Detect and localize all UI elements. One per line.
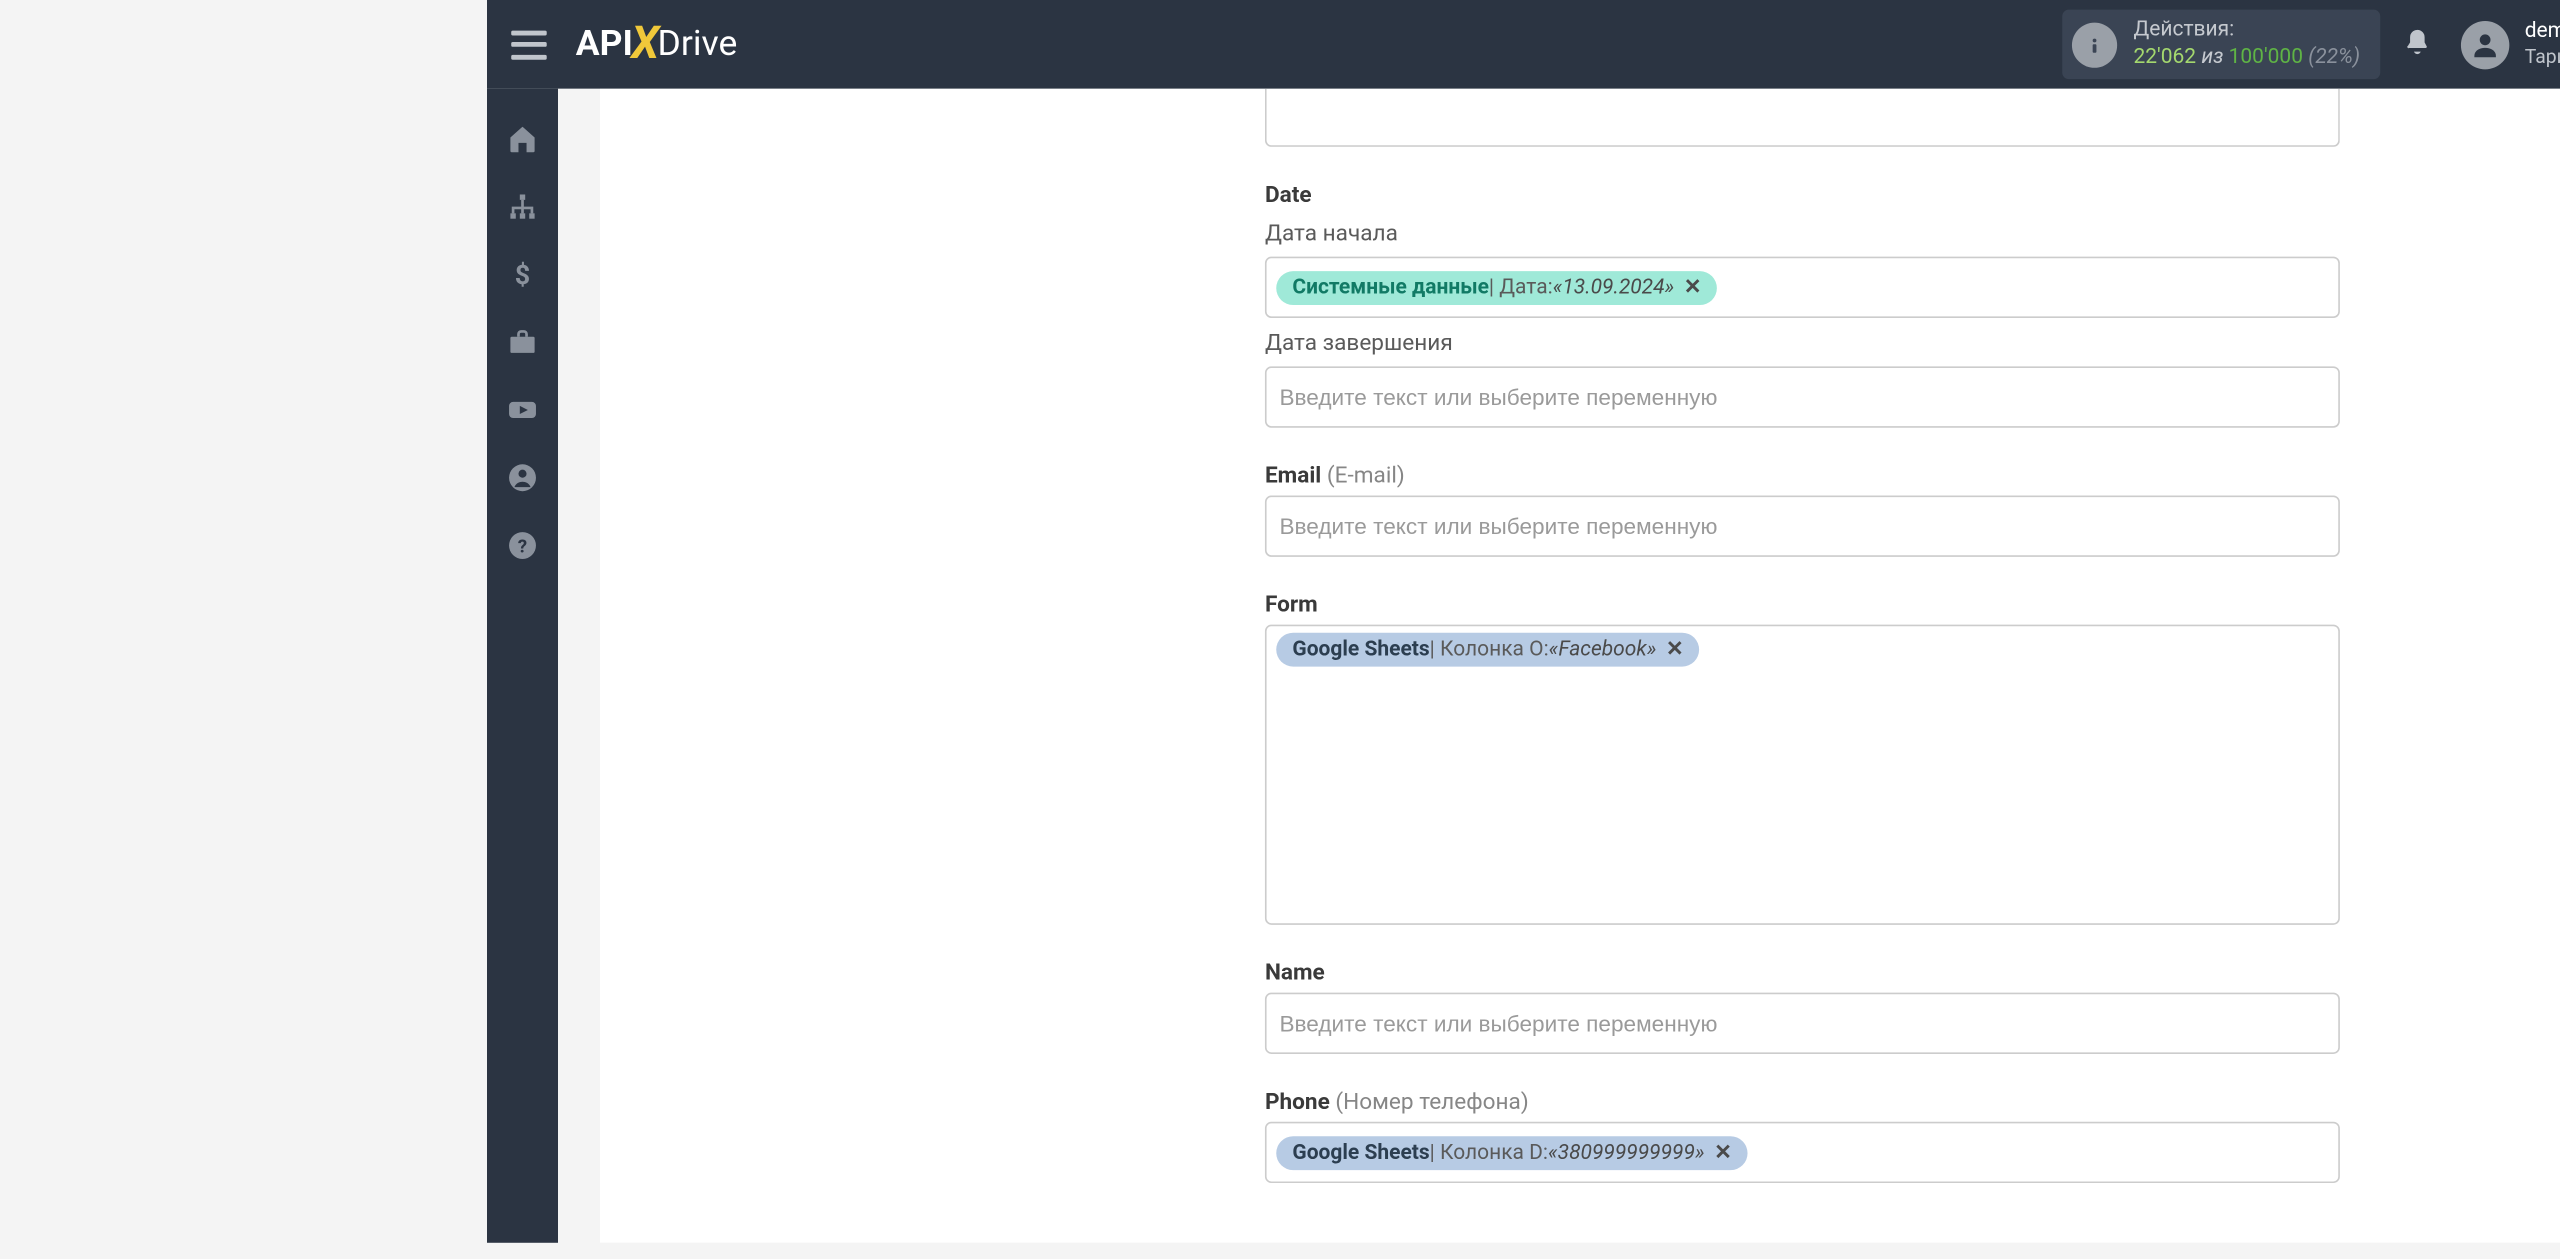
field-name: Name xyxy=(1265,960,2340,1054)
avatar-icon xyxy=(2460,20,2508,68)
logo-x: X xyxy=(631,16,659,69)
date-start-label: Дата начала xyxy=(1265,221,2340,247)
sidebar-user-icon[interactable] xyxy=(487,444,558,512)
tag-form-source[interactable]: Google Sheets | Колонка O: «Facebook» ✕ xyxy=(1276,633,1700,667)
menu-toggle[interactable] xyxy=(511,30,547,59)
info-icon xyxy=(2072,22,2117,67)
remove-tag-icon[interactable]: ✕ xyxy=(1714,1140,1732,1164)
sidebar-billing-icon[interactable]: $ xyxy=(487,240,558,308)
field-form: Form Google Sheets | Колонка O: «Faceboo… xyxy=(1265,592,2340,924)
field-title-email: Email (E-mail) xyxy=(1265,463,2340,489)
field-date: Date Дата начала Системные данные | Дата… xyxy=(1265,182,2340,427)
remove-tag-icon[interactable]: ✕ xyxy=(1684,275,1702,299)
content-area: Date Дата начала Системные данные | Дата… xyxy=(558,89,2560,1243)
svg-text:$: $ xyxy=(515,259,530,291)
email-input[interactable] xyxy=(1265,495,2340,556)
sidebar-youtube-icon[interactable] xyxy=(487,376,558,444)
field-title-date: Date xyxy=(1265,182,2340,208)
name-text[interactable] xyxy=(1276,1001,2328,1046)
date-end-text[interactable] xyxy=(1276,374,2328,419)
logo[interactable]: API X Drive xyxy=(576,18,738,71)
field-phone: Phone (Номер телефона) Google Sheets | К… xyxy=(1265,1089,2340,1183)
logo-api: API xyxy=(576,24,633,64)
email-text[interactable] xyxy=(1276,504,2328,549)
user-text: demo_apix-drive_s3 Тариф |Премиум PRO| д… xyxy=(2525,19,2560,69)
field-title-name: Name xyxy=(1265,960,2340,986)
actions-usage-badge[interactable]: Действия: 22'062 из 100'000 (22%) xyxy=(2062,9,2379,80)
form-card: Date Дата начала Системные данные | Дата… xyxy=(600,89,2560,1243)
sidebar: $ ? xyxy=(487,89,558,1243)
notifications-icon[interactable] xyxy=(2402,25,2431,64)
field-title-phone: Phone (Номер телефона) xyxy=(1265,1089,2340,1115)
svg-text:?: ? xyxy=(518,535,527,557)
tag-system-date[interactable]: Системные данные | Дата: «13.09.2024» ✕ xyxy=(1276,270,1717,304)
app-header: API X Drive Действия: 22'062 из 100'000 … xyxy=(487,0,2560,89)
sidebar-help-icon[interactable]: ? xyxy=(487,512,558,580)
field-title-form: Form xyxy=(1265,592,2340,618)
phone-input[interactable]: Google Sheets | Колонка D: «380999999999… xyxy=(1265,1122,2340,1183)
previous-field-tail[interactable] xyxy=(1265,89,2340,147)
date-end-input[interactable] xyxy=(1265,366,2340,427)
tag-phone-source[interactable]: Google Sheets | Колонка D: «380999999999… xyxy=(1276,1135,1748,1169)
form-input[interactable]: Google Sheets | Колонка O: «Facebook» ✕ xyxy=(1265,625,2340,925)
sidebar-home-icon[interactable] xyxy=(487,105,558,173)
actions-usage-text: Действия: 22'062 из 100'000 (22%) xyxy=(2133,17,2360,72)
remove-tag-icon[interactable]: ✕ xyxy=(1666,638,1684,662)
sidebar-connections-icon[interactable] xyxy=(487,173,558,241)
field-email: Email (E-mail) xyxy=(1265,463,2340,557)
user-menu[interactable]: demo_apix-drive_s3 Тариф |Премиум PRO| д… xyxy=(2460,19,2560,69)
name-input[interactable] xyxy=(1265,993,2340,1054)
sidebar-briefcase-icon[interactable] xyxy=(487,308,558,376)
date-end-label: Дата завершения xyxy=(1265,331,2340,357)
date-start-input[interactable]: Системные данные | Дата: «13.09.2024» ✕ xyxy=(1265,257,2340,318)
logo-drive: Drive xyxy=(658,24,738,64)
